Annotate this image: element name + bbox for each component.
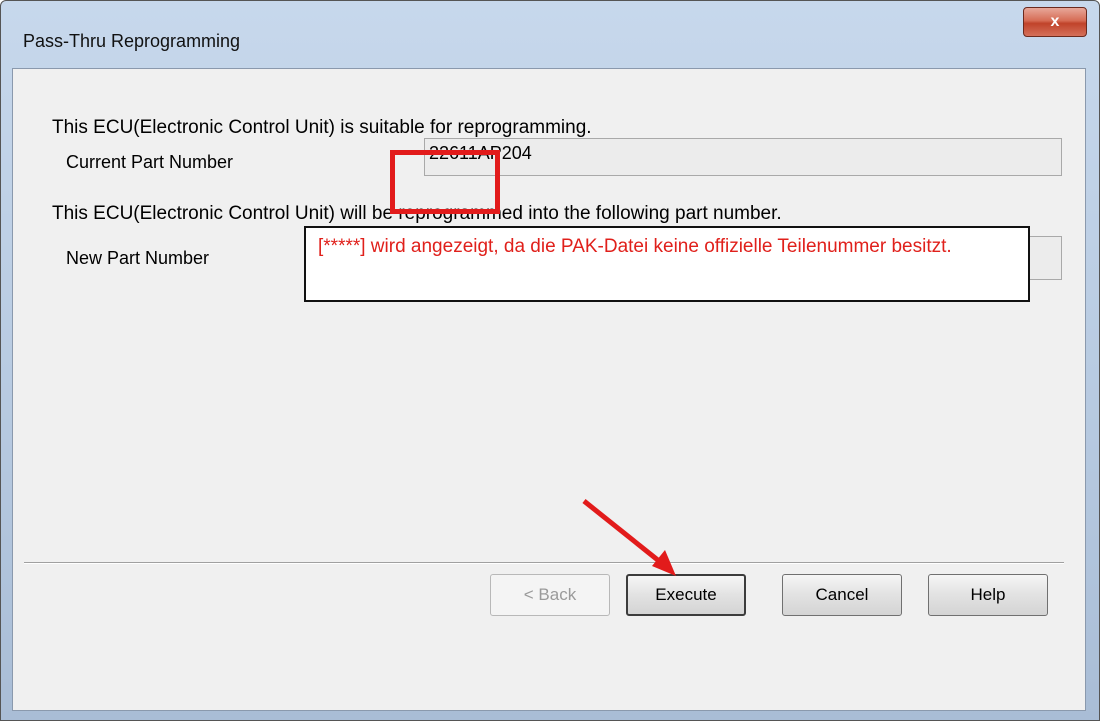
- help-button[interactable]: Help: [928, 574, 1048, 616]
- close-button[interactable]: x: [1023, 7, 1087, 37]
- highlight-rectangle: [390, 150, 500, 214]
- execute-button[interactable]: Execute: [626, 574, 746, 616]
- window-title: Pass-Thru Reprogramming: [23, 31, 241, 51]
- close-icon: x: [1050, 13, 1060, 30]
- suitable-message: This ECU(Electronic Control Unit) is sui…: [52, 117, 592, 138]
- separator-line: [24, 562, 1064, 564]
- current-part-label: Current Part Number: [66, 152, 234, 172]
- annotation-note: [*****] wird angezeigt, da die PAK-Datei…: [304, 226, 1030, 302]
- cancel-button[interactable]: Cancel: [782, 574, 902, 616]
- current-part-field: 22611AP204: [424, 138, 1062, 176]
- back-button[interactable]: < Back: [490, 574, 610, 616]
- new-part-label: New Part Number: [66, 248, 210, 268]
